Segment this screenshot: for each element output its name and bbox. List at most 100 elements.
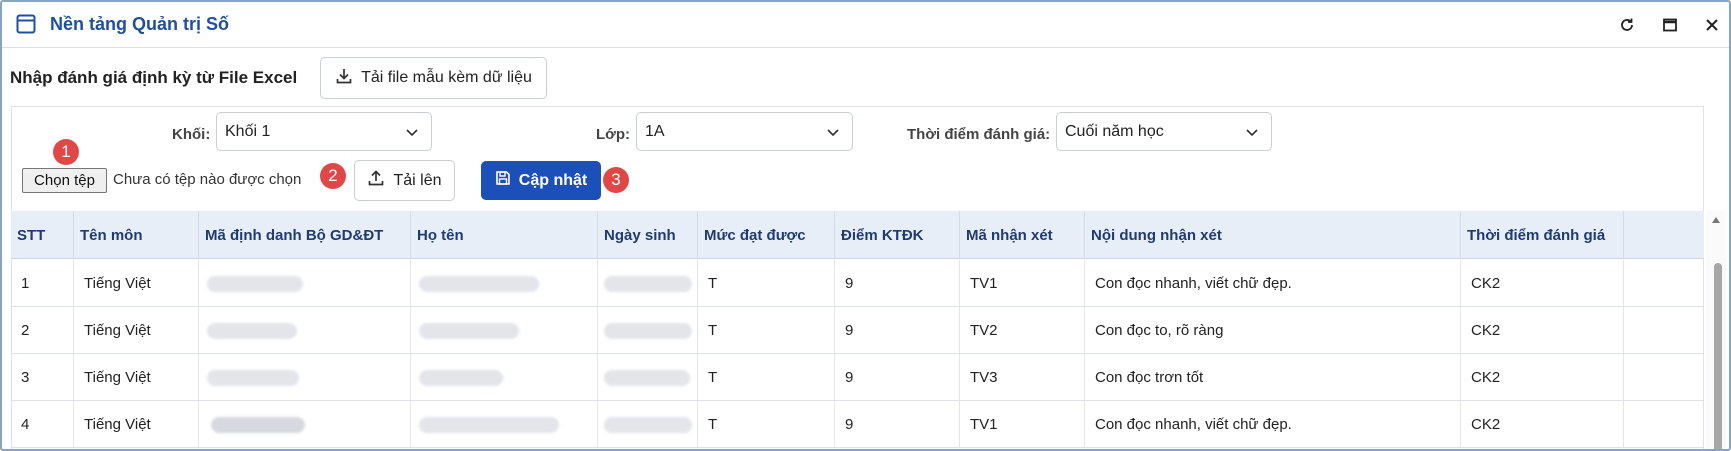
cell-thoi-diem: CK2 [1461,260,1624,307]
cell-noi-dung: Con đọc nhanh, viết chữ đẹp. [1085,401,1461,448]
upload-label: Tải lên [393,171,442,189]
cell-ho-ten [411,307,598,354]
cell-ma-nhan-xet: TV2 [960,307,1085,354]
khoi-label: Khối: [172,126,211,143]
cell-ma-dinh-danh [199,260,411,307]
cell-ma-dinh-danh [199,307,411,354]
redacted-value [604,369,690,386]
cell-muc-dat: T [698,354,835,401]
col-noi-dung[interactable]: Nội dung nhận xét [1085,211,1461,259]
table-row[interactable]: 1 Tiếng Việt T 9 TV1 Con đọc nhanh, viết… [11,260,1704,307]
cell-ma-nhan-xet: TV1 [960,260,1085,307]
step-badge-1: 1 [53,139,79,165]
cell-ngay-sinh [598,354,698,401]
redacted-value [419,322,519,339]
col-thoi-diem[interactable]: Thời điểm đánh giá [1461,211,1624,259]
close-icon[interactable] [1700,13,1724,37]
cell-diem: 9 [835,260,960,307]
upload-icon [367,169,385,192]
col-ngay-sinh[interactable]: Ngày sinh [598,211,698,259]
maximize-icon[interactable] [1658,13,1682,37]
redacted-value [419,369,503,386]
cell-noi-dung: Con đọc trơn tốt [1085,354,1461,401]
step-badge-3: 3 [603,167,629,193]
table-row[interactable]: 2 Tiếng Việt T 9 TV2 Con đọc to, rõ ràng… [11,307,1704,354]
no-file-text: Chưa có tệp nào được chọn [113,171,302,188]
scroll-thumb[interactable] [1714,263,1722,449]
cell-muc-dat: T [698,260,835,307]
refresh-icon[interactable] [1615,13,1639,37]
chevron-down-icon [405,125,419,139]
cell-ngay-sinh [598,260,698,307]
lop-select[interactable]: 1A [636,112,853,151]
cell-muc-dat: T [698,401,835,448]
redacted-value [604,322,692,339]
cell-stt: 1 [11,260,74,307]
thoidiem-label: Thời điểm đánh giá: [907,126,1051,143]
cell-ngay-sinh [598,307,698,354]
cell-ngay-sinh [598,401,698,448]
cell-ten-mon: Tiếng Việt [74,354,199,401]
col-ma-nhan-xet[interactable]: Mã nhận xét [960,211,1085,259]
redacted-value [207,369,299,386]
cell-noi-dung: Con đọc nhanh, viết chữ đẹp. [1085,260,1461,307]
cell-diem: 9 [835,354,960,401]
redacted-value [419,416,559,433]
cell-ma-dinh-danh [199,354,411,401]
redacted-value [211,416,305,433]
cell-ho-ten [411,401,598,448]
cell-ma-nhan-xet: TV1 [960,401,1085,448]
col-extra [1624,211,1704,259]
cell-ho-ten [411,260,598,307]
window-icon [16,14,36,34]
cell-thoi-diem: CK2 [1461,307,1624,354]
cell-stt: 3 [11,354,74,401]
cell-ho-ten [411,354,598,401]
redacted-value [604,275,692,292]
cell-stt: 2 [11,307,74,354]
redacted-value [419,275,539,292]
col-ho-ten[interactable]: Họ tên [411,211,598,259]
cell-thoi-diem: CK2 [1461,401,1624,448]
scroll-up-icon[interactable] [1712,217,1720,223]
choose-file-button[interactable]: Chọn tệp [22,168,107,193]
thoidiem-select[interactable]: Cuối năm học [1056,112,1272,151]
update-button[interactable]: Cập nhật [481,161,601,200]
col-diem-ktdk[interactable]: Điểm KTĐK [835,211,960,259]
download-template-button[interactable]: Tải file mẫu kèm dữ liệu [320,57,547,99]
chevron-down-icon [1245,125,1259,139]
redacted-value [604,416,692,433]
cell-stt: 4 [11,401,74,448]
cell-thoi-diem: CK2 [1461,354,1624,401]
cell-ma-dinh-danh [199,401,411,448]
cell-ten-mon: Tiếng Việt [74,260,199,307]
khoi-select[interactable]: Khối 1 [216,112,432,151]
col-stt[interactable]: STT [11,211,74,259]
col-ma-dinh-danh[interactable]: Mã định danh Bộ GD&ĐT [199,211,411,259]
cell-ma-nhan-xet: TV3 [960,354,1085,401]
update-label: Cập nhật [518,171,588,189]
cell-ten-mon: Tiếng Việt [74,401,199,448]
table-scrollbar[interactable] [1706,211,1726,449]
table-row[interactable]: 3 Tiếng Việt T 9 TV3 Con đọc trơn tốt CK… [11,354,1704,401]
save-icon [495,170,511,191]
app-title: Nền tảng Quản trị Số [50,14,230,34]
thoidiem-value: Cuối năm học [1065,123,1164,140]
lop-label: Lớp: [596,126,630,143]
cell-muc-dat: T [698,307,835,354]
upload-button[interactable]: Tải lên [354,160,455,201]
page-title: Nhập đánh giá định kỳ từ File Excel [10,68,298,87]
app-window: Nền tảng Quản trị Số Nhập đánh giá định … [0,0,1731,451]
title-bar: Nền tảng Quản trị Số [2,2,1729,48]
evaluation-table: STT Tên môn Mã định danh Bộ GD&ĐT Họ tên… [11,211,1704,449]
redacted-value [207,275,303,292]
col-muc-dat[interactable]: Mức đạt được [698,211,835,259]
cell-noi-dung: Con đọc to, rõ ràng [1085,307,1461,354]
redacted-value [207,322,297,339]
table-row[interactable]: 4 Tiếng Việt T 9 TV1 Con đọc nhanh, viết… [11,401,1704,448]
cell-diem: 9 [835,401,960,448]
cell-ten-mon: Tiếng Việt [74,307,199,354]
lop-value: 1A [645,123,665,140]
col-ten-mon[interactable]: Tên môn [74,211,199,259]
table-header: STT Tên môn Mã định danh Bộ GD&ĐT Họ tên… [11,211,1704,259]
